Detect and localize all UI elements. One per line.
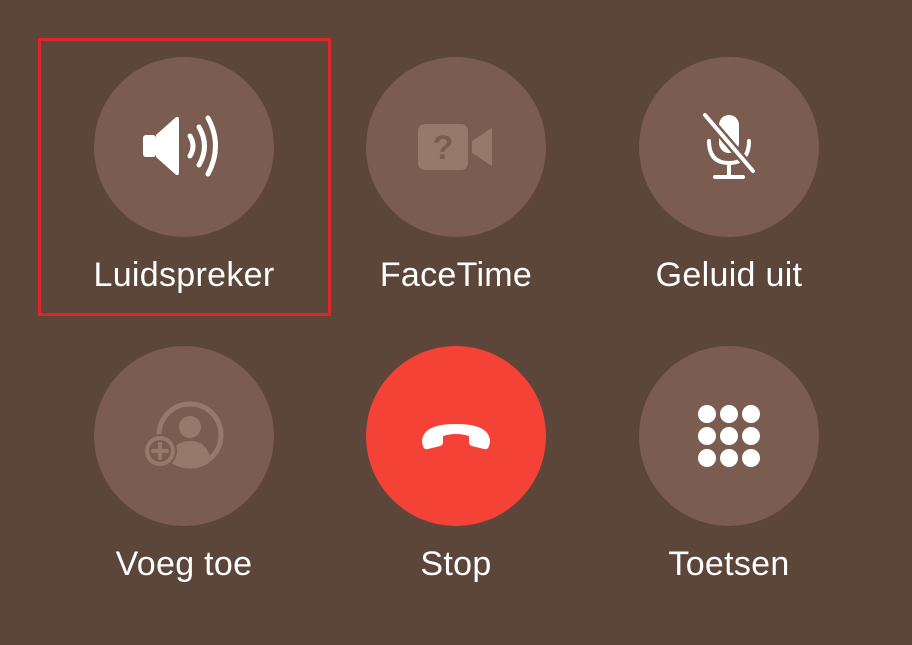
facetime-control: ? FaceTime [336,57,576,295]
svg-text:?: ? [433,129,454,167]
speaker-control: Luidspreker [64,57,304,295]
facetime-button[interactable]: ? [366,57,546,237]
call-controls: Luidspreker ? FaceTime Geluid uit Voeg t… [0,0,912,645]
hang-up-icon [422,424,490,450]
keypad-icon [698,405,760,467]
speaker-button[interactable] [94,57,274,237]
add-person-icon [143,401,224,469]
add-call-button[interactable] [94,346,274,526]
end-call-control: Stop [336,346,576,584]
mute-control: Geluid uit [609,57,849,295]
end-call-button[interactable] [366,346,546,526]
speaker-label: Luidspreker [93,256,275,294]
speaker-icon [143,115,218,177]
mute-button[interactable] [639,57,819,237]
keypad-control: Toetsen [609,346,849,584]
facetime-unavailable-icon: ? [418,124,492,170]
keypad-label: Toetsen [668,545,790,583]
facetime-label: FaceTime [379,256,533,294]
add-call-control: Voeg toe [64,346,304,584]
keypad-button[interactable] [639,346,819,526]
end-call-label: Stop [420,545,492,583]
mic-off-icon [700,111,758,179]
mute-label: Geluid uit [655,256,803,294]
add-call-label: Voeg toe [115,545,253,583]
